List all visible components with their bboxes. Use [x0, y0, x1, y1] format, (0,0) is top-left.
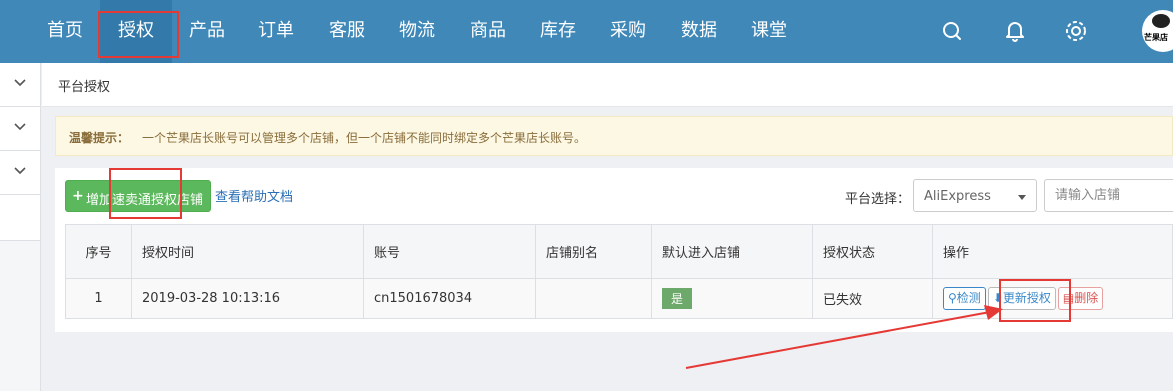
annotation-arrow	[685, 305, 1003, 369]
